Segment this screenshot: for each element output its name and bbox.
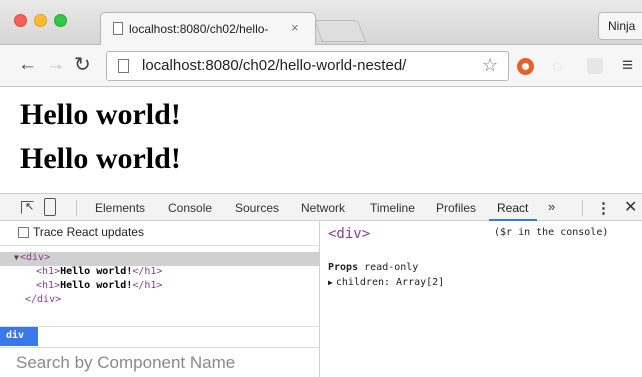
tag-close: </h1>	[132, 266, 163, 277]
tag-open: <h1>	[36, 266, 61, 277]
kebab-menu-icon[interactable]: ⋮	[596, 199, 611, 217]
extension-icon[interactable]	[587, 58, 603, 74]
more-tabs-icon[interactable]: »	[548, 199, 555, 214]
tab-profiles[interactable]: Profiles	[436, 201, 476, 215]
tab-close-icon[interactable]: ×	[291, 20, 299, 35]
props-note: read-only	[364, 262, 419, 273]
page-heading: Hello world!	[20, 142, 181, 175]
tag-open: <div>	[20, 252, 51, 263]
page-icon	[113, 22, 123, 35]
component-search	[0, 347, 320, 377]
component-tree: ▼ <div> <h1>Hello world!</h1> <h1>Hello …	[0, 247, 320, 326]
back-arrow-icon[interactable]: ←	[18, 55, 37, 75]
node-text: Hello world!	[60, 280, 133, 291]
component-tree-pane: Trace React updates ▼ <div> <h1>Hello wo…	[0, 221, 320, 377]
console-hint: ($r in the console)	[494, 227, 609, 238]
browser-toolbar: ← → ↻ localhost:8080/ch02/hello-world-ne…	[0, 45, 642, 87]
close-devtools-icon[interactable]: ✕	[624, 197, 637, 217]
tag-close: </h1>	[132, 280, 163, 291]
tree-node-h1[interactable]: <h1>Hello world!</h1>	[0, 280, 320, 294]
tab-react[interactable]: React	[497, 201, 528, 215]
search-input[interactable]	[16, 352, 311, 374]
tab-console[interactable]: Console	[168, 201, 212, 215]
tag-close: </div>	[25, 294, 62, 305]
prop-children[interactable]: ▶ children: Array[2]	[328, 277, 444, 288]
expand-triangle-icon[interactable]: ▶	[328, 278, 333, 287]
props-pane: <div> ($r in the console) Props read-onl…	[321, 221, 642, 377]
extension-icon[interactable]	[517, 58, 534, 75]
tab-title: localhost:8080/ch02/hello-	[129, 22, 269, 36]
device-mode-icon[interactable]	[44, 198, 56, 216]
inspect-element-icon[interactable]	[21, 200, 34, 214]
reload-icon[interactable]: ↻	[74, 55, 91, 75]
browser-tab[interactable]: localhost:8080/ch02/hello- ×	[100, 12, 316, 46]
devtools-tabbar: Elements Console Sources Network Timelin…	[0, 193, 642, 221]
tree-node-h1[interactable]: <h1>Hello world!</h1>	[0, 266, 320, 280]
tab-elements[interactable]: Elements	[95, 201, 145, 215]
menu-icon[interactable]: ≡	[622, 55, 633, 77]
devtools-panel: Elements Console Sources Network Timelin…	[0, 193, 642, 377]
tree-node-div[interactable]: ▼ <div>	[0, 252, 320, 266]
address-bar[interactable]: localhost:8080/ch02/hello-world-nested/ …	[106, 51, 509, 81]
close-window-icon[interactable]	[14, 14, 27, 27]
tag-open: <h1>	[36, 280, 61, 291]
breadcrumb: div	[0, 326, 320, 346]
minimize-window-icon[interactable]	[34, 14, 47, 27]
extension-icon[interactable]: ◌	[552, 56, 563, 77]
new-tab-button[interactable]	[313, 20, 367, 42]
forward-arrow-icon[interactable]: →	[46, 55, 65, 75]
collapse-triangle-icon[interactable]: ▼	[14, 253, 19, 262]
prop-children-value: children: Array[2]	[335, 277, 445, 288]
tab-network[interactable]: Network	[301, 201, 345, 215]
page-heading: Hello world!	[20, 98, 181, 131]
divider	[582, 200, 583, 216]
breadcrumb-item[interactable]: div	[0, 327, 38, 346]
trace-updates-checkbox[interactable]	[18, 227, 29, 238]
star-icon[interactable]: ☆	[482, 55, 498, 76]
selected-component-name: <div>	[328, 226, 371, 242]
trace-updates-row: Trace React updates	[0, 221, 320, 246]
trace-updates-label[interactable]: Trace React updates	[33, 225, 144, 239]
tab-sources[interactable]: Sources	[235, 201, 279, 215]
profile-button[interactable]: Ninja	[598, 12, 642, 40]
props-header: Props read-only	[328, 262, 418, 273]
tree-node-div-close[interactable]: </div>	[0, 294, 320, 308]
tab-timeline[interactable]: Timeline	[370, 201, 415, 215]
divider	[76, 200, 77, 216]
address-url[interactable]: localhost:8080/ch02/hello-world-nested/	[142, 57, 406, 74]
page-icon	[118, 59, 129, 73]
page-viewport: Hello world! Hello world!	[0, 88, 642, 193]
props-label: Props	[328, 262, 359, 273]
zoom-window-icon[interactable]	[54, 14, 67, 27]
window-titlebar: localhost:8080/ch02/hello- × Ninja	[0, 0, 642, 46]
node-text: Hello world!	[60, 266, 133, 277]
